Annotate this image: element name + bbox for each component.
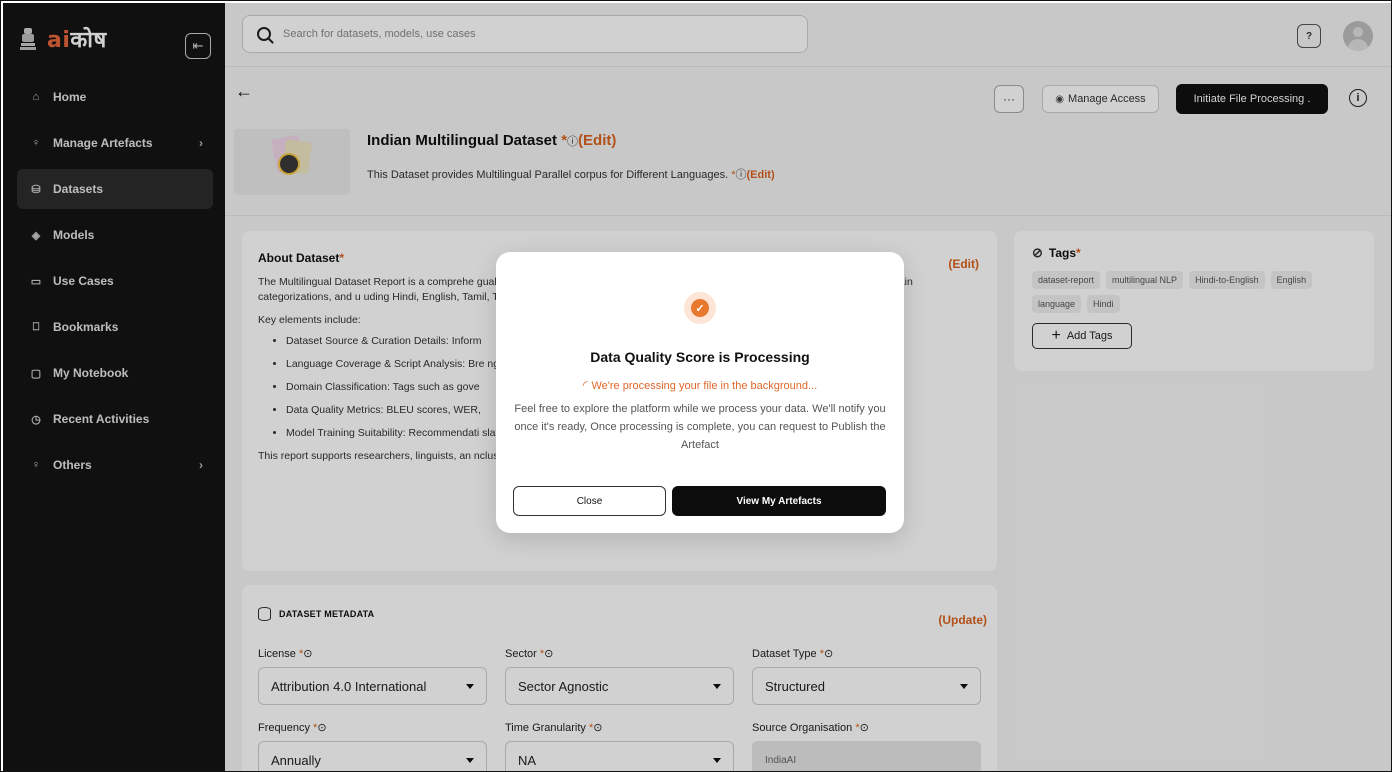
spinner-icon: ◜	[582, 378, 588, 392]
view-label: View My Artefacts	[736, 495, 822, 507]
processing-dialog: ✓ Data Quality Score is Processing ◜ We'r…	[496, 252, 904, 533]
app-window: aiकोष ⇤ ⌂ Home ♀ Manage Artefacts › ⛁ Datase…	[0, 0, 1392, 772]
close-button[interactable]: Close	[513, 486, 666, 516]
dialog-title: Data Quality Score is Processing	[590, 349, 810, 365]
check-icon: ✓	[691, 299, 709, 317]
dialog-body: Feel free to explore the platform while …	[514, 403, 886, 451]
view-my-artefacts-button[interactable]: View My Artefacts	[672, 486, 886, 516]
close-label: Close	[576, 495, 603, 507]
processing-status-text: We're processing your file in the backgr…	[591, 380, 818, 392]
processing-status: ◜ We're processing your file in the backg…	[496, 378, 904, 392]
success-badge: ✓	[684, 292, 716, 324]
